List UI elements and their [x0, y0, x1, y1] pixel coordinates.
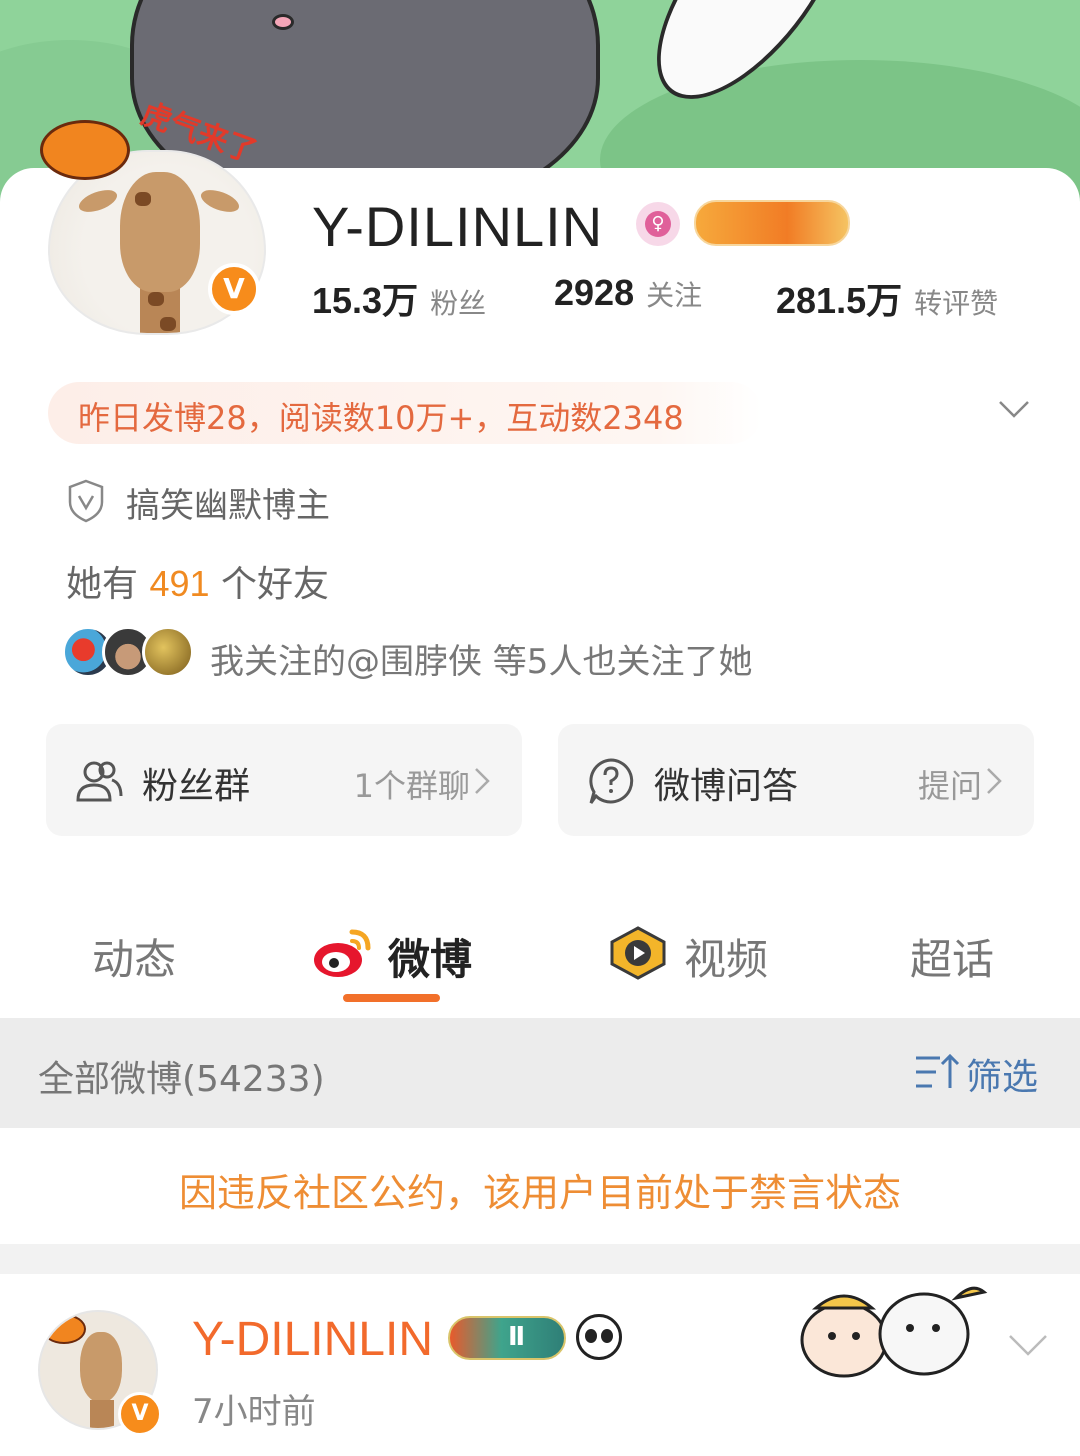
fan-group-detail: 1个群聊 [353, 767, 470, 805]
friends-count-row[interactable]: 她有 491 个好友 [66, 555, 329, 607]
giraffe-spot [160, 317, 176, 331]
followers-label: 粉丝 [430, 287, 487, 320]
weibo-logo-icon [314, 929, 371, 977]
following-label: 关注 [646, 279, 703, 312]
fan-level-badge-icon[interactable]: Ⅱ [448, 1316, 566, 1360]
card-decoration-icon [800, 1286, 988, 1378]
question-icon [589, 758, 634, 804]
fan-group-label: 粉丝群 [142, 766, 251, 807]
new-year-medal-icon[interactable] [694, 200, 850, 246]
filter-label: 筛选 [966, 1057, 1039, 1098]
post-author-name[interactable]: Y-DILINLIN [192, 1312, 433, 1367]
mutual-avatar [142, 626, 194, 678]
following-stat[interactable]: 2928 关注 [554, 272, 702, 314]
profile-username: Y-DILINLIN [312, 195, 604, 258]
muted-notice-text: 因违反社区公约，该用户目前处于禁言状态 [178, 1171, 901, 1215]
chevron-down-icon[interactable] [1006, 1330, 1050, 1360]
female-icon: ♀ [636, 202, 680, 246]
mutual-follow-text: 我关注的@围脖侠 等5人也关注了她 [210, 642, 753, 682]
tiger-icon [42, 1314, 86, 1344]
people-icon [76, 761, 123, 802]
interactions-stat[interactable]: 281.5万 转评赞 [776, 272, 998, 324]
giraffe-head [120, 172, 200, 292]
tab-dynamics[interactable]: 动态 [92, 926, 176, 987]
cover-cat-nose [272, 14, 294, 30]
weibo-qa-label: 微博问答 [654, 766, 799, 807]
profile-avatar-container[interactable]: 虎气来了 V [40, 96, 266, 335]
chevron-right-icon [475, 768, 490, 794]
tab-super-topic[interactable]: 超话 [910, 926, 994, 987]
tab-weibo[interactable]: 微博 [388, 926, 472, 987]
giraffe-spot [135, 192, 151, 206]
section-divider [0, 1244, 1080, 1274]
muted-notice: 因违反社区公约，该用户目前处于禁言状态 [0, 1128, 1080, 1244]
yesterday-summary-text: 昨日发博28，阅读数10万+，互动数2348 [78, 399, 684, 437]
friends-prefix: 她有 [66, 564, 139, 605]
active-tab-indicator [343, 994, 440, 1002]
following-count: 2928 [554, 272, 635, 313]
giraffe-neck [90, 1400, 114, 1428]
chevron-down-icon[interactable] [996, 392, 1032, 428]
post-timestamp: 7小时前 [192, 1392, 316, 1432]
chevron-right-icon [987, 768, 1002, 794]
verified-badge-icon: V [208, 263, 260, 315]
interactions-label: 转评赞 [914, 287, 999, 320]
shield-icon [68, 479, 104, 523]
panda-eye-right [601, 1329, 613, 1343]
yesterday-summary-pill[interactable]: 昨日发博28，阅读数10万+，互动数2348 [48, 382, 762, 444]
tiger-new-year-sticker: 虎气来了 [40, 96, 280, 180]
followers-count: 15.3万 [312, 280, 419, 321]
profile-tabs: 动态 微博 视频 超话 [0, 906, 1080, 1016]
gender-symbol: ♀ [645, 211, 671, 237]
all-posts-count[interactable]: 全部微博(54233) [38, 1050, 325, 1102]
video-play-icon [610, 926, 666, 980]
giraffe-ear-right [198, 185, 242, 217]
sticker-text: 虎气来了 [136, 96, 262, 171]
tiger-icon [40, 120, 130, 180]
giraffe-spot [148, 292, 164, 306]
certification-label: 搞笑幽默博主 [126, 486, 330, 526]
feed-filter-bar: 全部微博(54233) 筛选 [0, 1018, 1080, 1128]
giraffe-head [80, 1332, 122, 1402]
fan-group-button[interactable]: 粉丝群 1个群聊 [46, 724, 522, 836]
interactions-count: 281.5万 [776, 280, 903, 321]
weibo-qa-button[interactable]: 微博问答 提问 [558, 724, 1034, 836]
panda-icon [576, 1314, 622, 1360]
friends-count: 491 [149, 563, 210, 604]
tab-video[interactable]: 视频 [684, 926, 768, 987]
weibo-qa-detail: 提问 [917, 767, 982, 805]
friends-suffix: 个好友 [221, 564, 330, 605]
panda-eye-left [585, 1329, 597, 1343]
sort-filter-icon [916, 1053, 960, 1088]
giraffe-ear-left [76, 185, 120, 217]
verified-badge-icon: V [118, 1392, 162, 1436]
followers-stat[interactable]: 15.3万 粉丝 [312, 272, 486, 324]
fan-level-text: Ⅱ [508, 1322, 526, 1352]
